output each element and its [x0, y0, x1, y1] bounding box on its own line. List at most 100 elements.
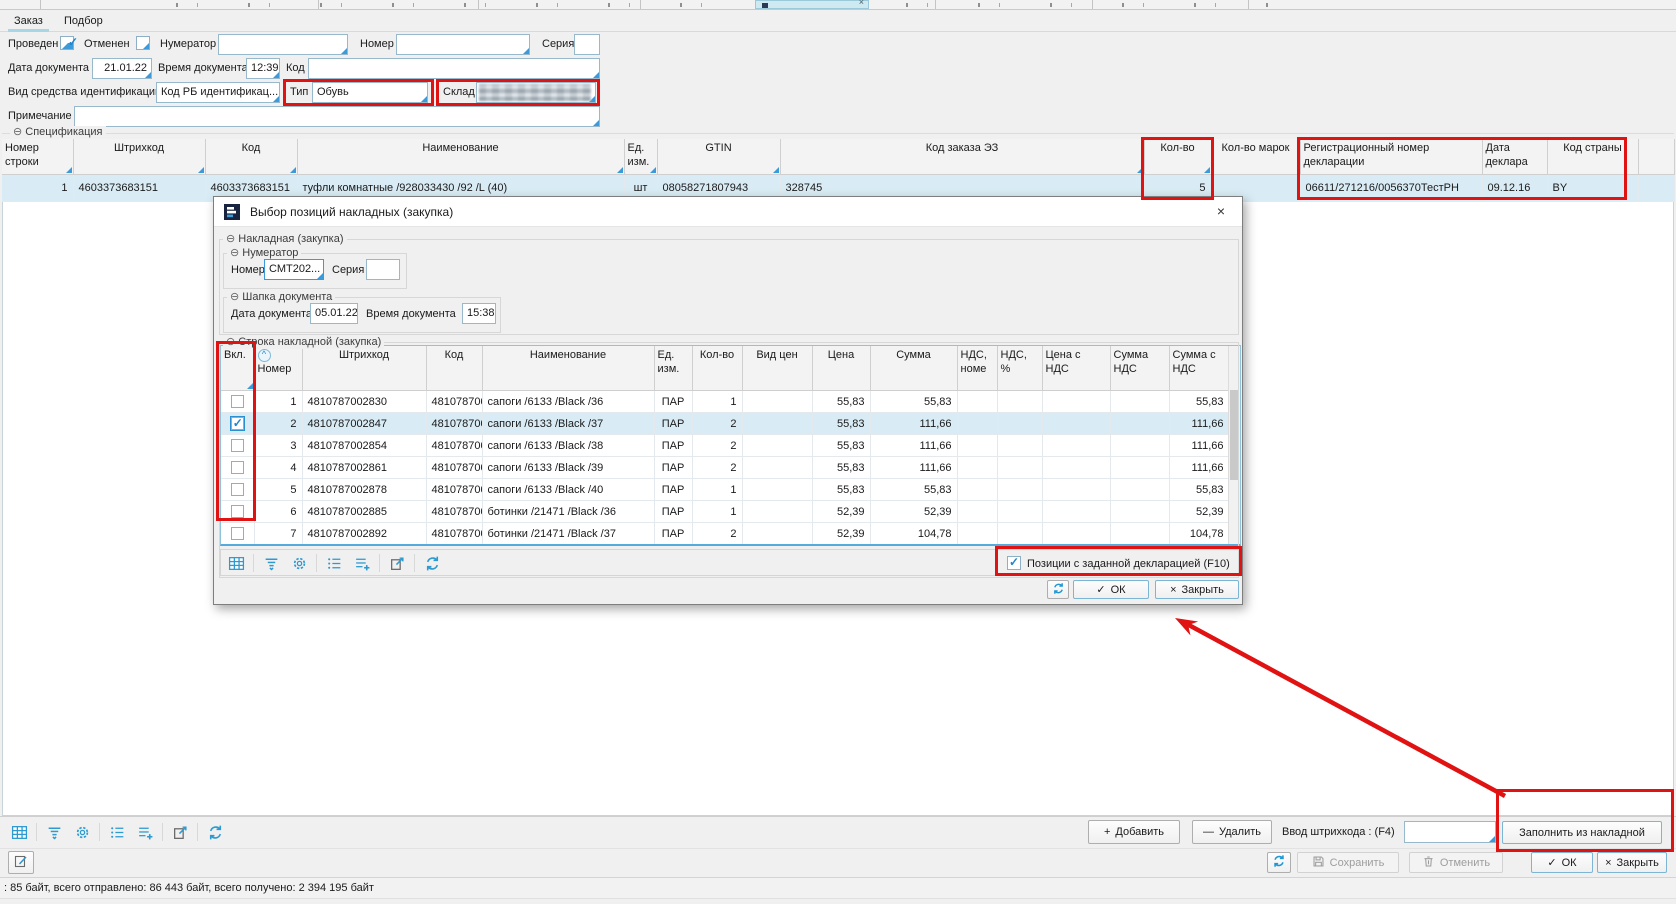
stroka-group-label[interactable]: Строка накладной (закупка) [223, 336, 384, 349]
dialog-data-doc-input[interactable]: 05.01.22 [310, 303, 358, 324]
column-header[interactable]: Код [205, 139, 297, 175]
naklad-group-label[interactable]: Накладная (закупка) [223, 233, 347, 246]
proveden-label: Проведен [8, 37, 58, 52]
dialog-vremya-doc-label: Время документа [366, 307, 456, 322]
edit-button[interactable] [8, 851, 34, 874]
vremya-doc-input[interactable]: 12:39 [246, 58, 280, 79]
invoice-positions-dialog: Выбор позиций накладных (закупка) × Накл… [213, 196, 1243, 605]
refresh-button[interactable] [1267, 852, 1291, 873]
tip-label: Тип [290, 85, 308, 100]
column-header[interactable]: Регистрационный номер декларации [1300, 139, 1482, 175]
stroka-group-box [219, 342, 1239, 578]
column-header[interactable]: GTIN [657, 139, 780, 175]
proveden-checkbox[interactable] [60, 36, 74, 50]
spec-cell[interactable] [1638, 175, 1674, 202]
add-button[interactable]: + Добавить [1088, 820, 1180, 844]
refresh-icon [1272, 854, 1286, 871]
dialog-data-doc-label: Дата документа [231, 307, 312, 322]
tab-podbor[interactable]: Подбор [58, 12, 109, 30]
primechanie-input[interactable] [74, 106, 600, 127]
check-icon: ✓ [1547, 856, 1556, 869]
grid-icon[interactable] [8, 821, 30, 843]
dialog-nomer-label: Номер [231, 263, 265, 278]
refresh-icon [1052, 582, 1065, 598]
barcode-input[interactable] [1404, 821, 1496, 843]
cancel-button[interactable]: Отменить [1409, 852, 1503, 873]
dialog-seria-input[interactable] [366, 259, 400, 280]
dialog-nomer-input[interactable]: СМТ202... [264, 259, 324, 280]
barcode-label: Ввод штрихкода : (F4) [1282, 825, 1395, 840]
otmenen-checkbox[interactable] [136, 36, 150, 50]
tab-bar: Заказ Подбор [0, 10, 1676, 32]
column-header[interactable]: Кол-во [1144, 139, 1211, 175]
fill-from-invoice-button[interactable]: Заполнить из накладной [1502, 821, 1662, 844]
gear-icon[interactable] [71, 821, 93, 843]
list-add-icon[interactable] [134, 821, 156, 843]
spec-cell[interactable]: 4603373683151 [73, 175, 205, 202]
spec-cell[interactable]: 09.12.16 [1482, 175, 1547, 202]
ok-button[interactable]: ✓ ОК [1531, 852, 1593, 873]
tab-zakaz[interactable]: Заказ [8, 12, 49, 30]
tip-input[interactable]: Обувь [312, 82, 428, 103]
edit-pencil-icon [13, 853, 29, 872]
column-header[interactable]: Штрихкод [73, 139, 205, 175]
toolbar-separator [99, 823, 100, 841]
delete-button[interactable]: — Удалить [1192, 820, 1272, 844]
filter-icon[interactable] [43, 821, 65, 843]
status-text: : 85 байт, всего отправлено: 86 443 байт… [4, 882, 374, 894]
column-header[interactable]: Код страны [1547, 139, 1638, 175]
close-button[interactable]: × Закрыть [1597, 852, 1667, 873]
top-tab-strip: × [0, 0, 1676, 10]
column-header[interactable]: Ед. изм. [624, 139, 657, 175]
export-icon[interactable] [169, 821, 191, 843]
spec-cell[interactable]: BY [1547, 175, 1638, 202]
dialog-close-icon[interactable]: × [1212, 202, 1230, 220]
kod-input[interactable] [308, 58, 600, 79]
column-header[interactable]: Кол-во марок [1211, 139, 1300, 175]
nomer-input[interactable] [396, 34, 530, 55]
seria-input[interactable] [574, 34, 600, 55]
seria-label: Серия [542, 37, 574, 52]
otmenen-label: Отменен [84, 37, 130, 52]
numerator-label: Нумератор [160, 37, 216, 52]
dialog-close-button[interactable]: × Закрыть [1155, 580, 1239, 599]
spec-cell[interactable]: 1 [2, 175, 73, 202]
vid-sredstva-input[interactable]: Код РБ идентификац... [156, 82, 280, 103]
dialog-refresh-button[interactable] [1047, 580, 1069, 599]
column-header[interactable]: Наименование [297, 139, 624, 175]
background-tab-fragments [880, 3, 1280, 7]
spec-group-label[interactable]: Спецификация [10, 126, 106, 139]
toolbar-separator [197, 823, 198, 841]
close-tab-icon[interactable]: × [859, 0, 864, 7]
cross-icon: × [1605, 857, 1611, 869]
column-header[interactable]: Код заказа ЭЗ [780, 139, 1144, 175]
dialog-title-bar[interactable]: Выбор позиций накладных (закупка) × [214, 197, 1242, 227]
active-document-tab[interactable]: × [755, 0, 869, 9]
spec-cell[interactable]: 06611/271216/0056370ТестРН [1300, 175, 1482, 202]
bottom-strip [0, 898, 1676, 904]
vremya-doc-label: Время документа [158, 61, 248, 76]
save-button[interactable]: Сохранить [1297, 852, 1399, 873]
column-header[interactable]: Дата деклара [1482, 139, 1547, 175]
refresh-icon[interactable] [204, 821, 226, 843]
numerator-input[interactable] [218, 34, 348, 55]
column-header[interactable]: Номер строки [2, 139, 73, 175]
dialog-title: Выбор позиций накладных (закупка) [250, 205, 453, 219]
dialog-vremya-doc-input[interactable]: 15:38 [462, 303, 496, 324]
minus-icon: — [1203, 826, 1214, 838]
trash-icon [1422, 855, 1435, 871]
check-icon: ✓ [1096, 583, 1105, 596]
numbered-list-icon[interactable] [106, 821, 128, 843]
primechanie-label: Примечание [8, 109, 72, 124]
vid-sredstva-label: Вид средства идентификации [8, 85, 161, 100]
data-doc-label: Дата документа [8, 61, 89, 76]
spec-table[interactable]: Номер строкиШтрихкодКодНаименованиеЕд. и… [2, 139, 1675, 202]
sklad-label: Склад [443, 85, 475, 100]
dialog-ok-button[interactable]: ✓ ОК [1073, 580, 1149, 599]
nomer-label: Номер [360, 37, 394, 52]
toolbar-separator [36, 823, 37, 841]
spec-group-border [2, 133, 1674, 134]
column-header[interactable] [1638, 139, 1674, 175]
data-doc-input[interactable]: 21.01.22 [92, 58, 152, 79]
spec-toolbar-icons [8, 821, 226, 843]
